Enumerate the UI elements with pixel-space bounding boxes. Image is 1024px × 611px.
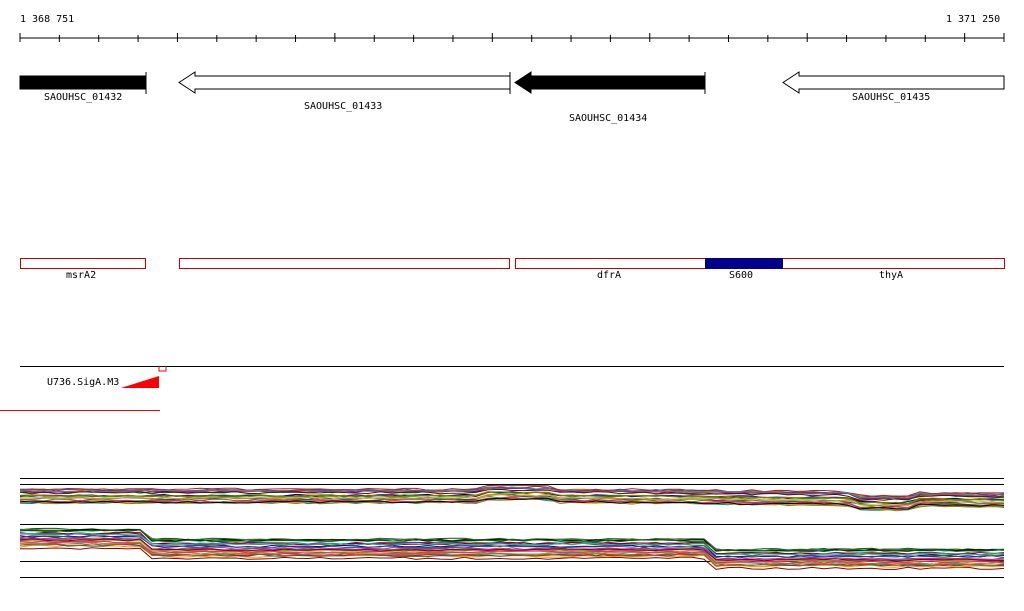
coordinate-ruler xyxy=(19,33,1005,42)
feature-label-dfra: dfrA xyxy=(597,270,622,281)
feature-box-msra2[interactable] xyxy=(20,258,146,269)
gene-label-saouhsc-01434: SAOUHSC_01434 xyxy=(569,113,648,124)
promoter-triangle[interactable] xyxy=(121,376,159,388)
gene-arrow-saouhsc-01434[interactable] xyxy=(514,71,706,94)
gene-label-saouhsc-01432: SAOUHSC_01432 xyxy=(44,92,123,103)
expression-profiles-lower xyxy=(19,527,1005,570)
gene-arrow-saouhsc-01433[interactable] xyxy=(178,71,511,94)
promoter-track xyxy=(0,366,1004,411)
gene-label-saouhsc-01433: SAOUHSC_01433 xyxy=(304,101,383,112)
gene-track xyxy=(19,71,1005,94)
expression-panel xyxy=(19,478,1005,578)
feature-label-s600: S600 xyxy=(729,270,754,281)
feature-label-thya: thyA xyxy=(879,270,904,281)
gene-arrow-saouhsc-01435[interactable] xyxy=(782,71,1005,94)
feature-box-s600[interactable] xyxy=(705,258,783,269)
feature-label-msra2: msrA2 xyxy=(66,270,97,281)
promoter-label: U736.SigA.M3 xyxy=(47,377,120,388)
feature-box-unnamed[interactable] xyxy=(179,258,510,269)
annotation-track xyxy=(20,258,1005,269)
expression-profiles-upper xyxy=(19,484,1005,512)
gene-arrow-saouhsc-01432-body[interactable] xyxy=(20,76,145,89)
gene-label-saouhsc-01435: SAOUHSC_01435 xyxy=(852,92,931,103)
